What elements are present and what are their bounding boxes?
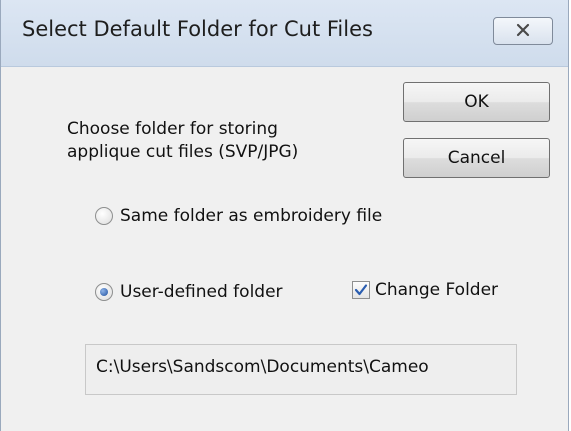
folder-path-field[interactable]: C:\Users\Sandscom\Documents\Cameo bbox=[85, 344, 517, 395]
ok-button[interactable]: OK bbox=[403, 82, 550, 122]
folder-description: Choose folder for storing applique cut f… bbox=[67, 118, 298, 164]
radio-option-user-defined[interactable]: User-defined folder bbox=[95, 282, 283, 302]
radio-option-same-folder[interactable]: Same folder as embroidery file bbox=[95, 206, 382, 226]
change-folder-label: Change Folder bbox=[375, 280, 499, 300]
cancel-button[interactable]: Cancel bbox=[403, 138, 550, 178]
checkmark-icon bbox=[354, 284, 368, 296]
dialog-window: Select Default Folder for Cut Files Choo… bbox=[0, 0, 569, 431]
close-button[interactable] bbox=[493, 17, 553, 45]
close-x-icon bbox=[515, 22, 531, 41]
change-folder-option[interactable]: Change Folder bbox=[352, 280, 498, 300]
description-line-1: Choose folder for storing bbox=[67, 119, 278, 139]
radio-user-defined[interactable] bbox=[95, 283, 113, 301]
radio-same-folder[interactable] bbox=[95, 207, 113, 225]
description-line-2: applique cut files (SVP/JPG) bbox=[67, 142, 299, 162]
radio-user-defined-label: User-defined folder bbox=[120, 282, 283, 302]
folder-path-text: C:\Users\Sandscom\Documents\Cameo bbox=[96, 357, 429, 377]
change-folder-checkbox[interactable] bbox=[352, 281, 370, 299]
window-title: Select Default Folder for Cut Files bbox=[22, 17, 373, 41]
radio-selected-dot bbox=[100, 288, 108, 296]
title-bar[interactable]: Select Default Folder for Cut Files bbox=[1, 0, 568, 67]
radio-same-folder-label: Same folder as embroidery file bbox=[120, 206, 383, 226]
